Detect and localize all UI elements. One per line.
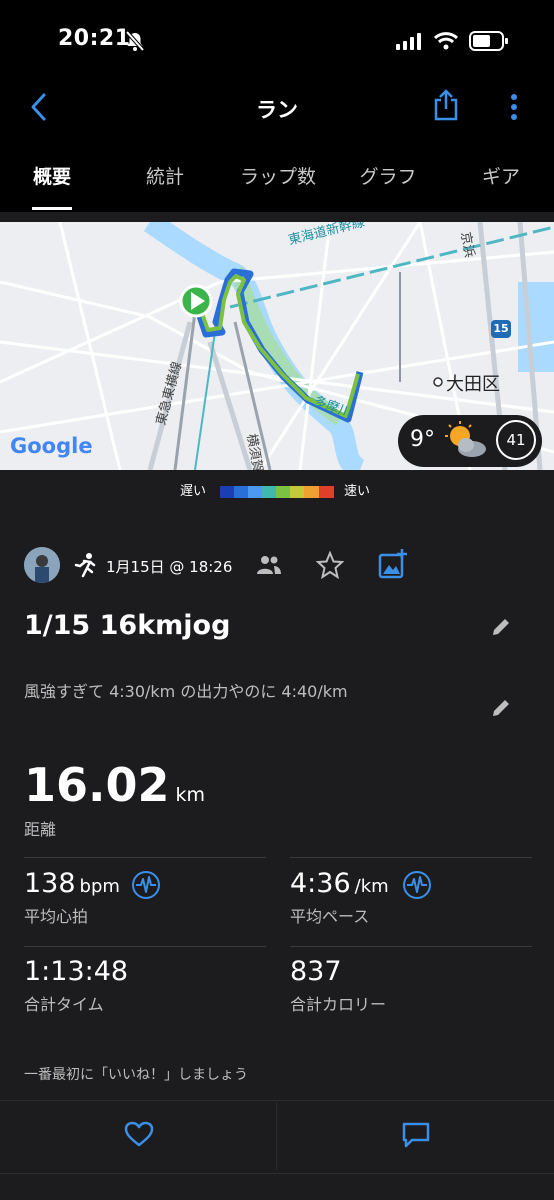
wifi-icon — [433, 32, 459, 50]
distance-value: 16.02 — [24, 758, 170, 812]
air-quality-value: 41 — [506, 431, 526, 449]
action-divider — [276, 1102, 277, 1170]
heart-rate-metric: 138 bpm — [24, 868, 120, 899]
action-bar — [0, 1100, 554, 1174]
sun-cloud-icon — [445, 421, 486, 457]
pace-value: 4:36 — [290, 868, 351, 899]
tab-gear[interactable]: ギア — [446, 162, 554, 189]
like-heart-icon[interactable] — [124, 1121, 154, 1147]
distance-metric: 16.02 km — [24, 758, 205, 812]
page-title: ラン — [256, 98, 298, 122]
distance-unit: km — [175, 784, 206, 806]
divider — [24, 946, 266, 947]
edit-description-pencil-icon[interactable] — [490, 697, 512, 719]
total-time-label: 合計タイム — [24, 995, 104, 1014]
total-time-value: 1:13:48 — [24, 956, 129, 987]
activity-description: 風強すぎて 4:30/km の出力やのに 4:40/km — [24, 682, 348, 701]
divider — [290, 857, 532, 858]
activity-title: 1/15 16kmjog — [24, 610, 231, 641]
tab-graph[interactable]: グラフ — [333, 162, 443, 189]
tab-overview[interactable]: 概要 — [0, 162, 107, 189]
pace-unit: /km — [354, 876, 389, 897]
add-photo-icon[interactable] — [378, 548, 408, 580]
share-icon[interactable] — [432, 88, 460, 122]
heart-rate-wave-icon[interactable] — [131, 870, 161, 900]
tab-laps[interactable]: ラップ数 — [223, 162, 333, 189]
heart-rate-value: 138 — [24, 868, 76, 899]
signal-icon — [396, 33, 421, 50]
map-label-ota: 大田区 — [446, 374, 500, 395]
map-label-route15: 15 — [493, 322, 509, 335]
google-logo: Google — [10, 434, 93, 458]
activity-date: 1月15日 @ 18:26 — [106, 558, 233, 576]
calories-value: 837 — [290, 956, 342, 987]
legend-slow: 遅い — [180, 484, 207, 499]
tab-active-indicator — [32, 207, 72, 210]
tab-stats[interactable]: 統計 — [110, 162, 220, 189]
heart-rate-label: 平均心拍 — [24, 907, 89, 926]
heart-rate-unit: bpm — [79, 876, 120, 897]
weather-pill: 9° 41 — [398, 415, 542, 467]
distance-label: 距離 — [24, 820, 57, 839]
people-icon[interactable] — [256, 554, 282, 576]
pace-metric: 4:36/km — [290, 868, 389, 899]
air-quality-badge: 41 — [496, 420, 536, 460]
weather-temp: 9° — [410, 427, 435, 452]
comment-icon[interactable] — [401, 1121, 431, 1149]
mute-bell-icon — [125, 30, 145, 52]
legend-fast: 速い — [344, 484, 371, 499]
divider — [24, 857, 266, 858]
star-icon[interactable] — [316, 551, 344, 579]
like-prompt: 一番最初に「いいね！」しましょう — [24, 1067, 248, 1083]
status-time: 20:21 — [58, 26, 131, 51]
speed-gradient — [220, 483, 334, 498]
pace-wave-icon[interactable] — [402, 870, 432, 900]
battery-icon — [469, 31, 508, 51]
more-vertical-icon[interactable] — [508, 92, 520, 122]
avatar[interactable] — [24, 547, 60, 583]
pace-label: 平均ペース — [290, 907, 370, 926]
divider — [290, 946, 532, 947]
running-icon — [74, 553, 96, 578]
edit-title-pencil-icon[interactable] — [490, 616, 512, 638]
calories-label: 合計カロリー — [290, 995, 387, 1014]
